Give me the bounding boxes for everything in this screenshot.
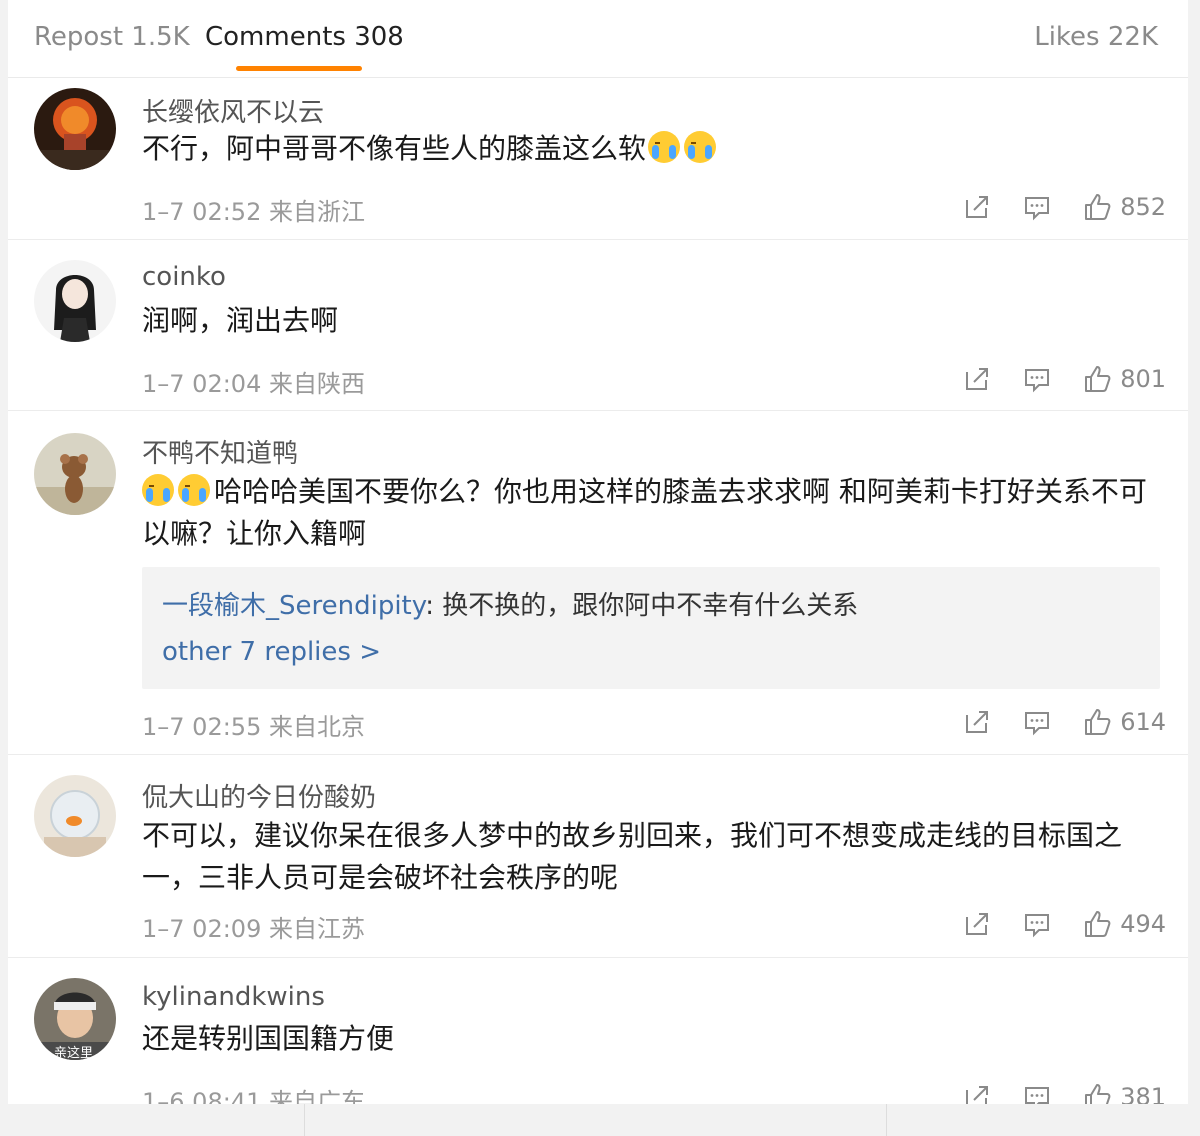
comment-username[interactable]: coinko	[142, 262, 226, 292]
share-icon[interactable]	[962, 909, 992, 939]
like-count: 801	[1120, 365, 1166, 393]
thumbs-up-icon[interactable]	[1082, 707, 1112, 737]
comment-item: coinko 润啊，润出去啊 1–7 02:04 来自陕西 801	[8, 240, 1188, 411]
comment-text: 不行，阿中哥哥不像有些人的膝盖这么软	[142, 128, 1162, 170]
active-tab-indicator	[236, 66, 362, 71]
share-icon[interactable]	[962, 364, 992, 394]
avatar[interactable]	[34, 433, 116, 515]
comment-text-body: 哈哈哈美国不要你么？你也用这样的膝盖去求求啊 和阿美莉卡打好关系不可以嘛？让你入…	[142, 475, 1147, 550]
comment-meta: 1–7 02:52 来自浙江	[142, 198, 365, 226]
bottom-bar	[0, 1104, 1200, 1136]
tab-bar: Repost 1.5K Comments 308 Likes 22K	[8, 0, 1188, 78]
share-icon[interactable]	[962, 192, 992, 222]
avatar-caption: 亲这里	[54, 1046, 94, 1060]
crying-emoji-icon	[684, 131, 717, 163]
share-icon[interactable]	[962, 707, 992, 737]
avatar[interactable]	[34, 88, 116, 170]
comment-item: 长缨依风不以云 不行，阿中哥哥不像有些人的膝盖这么软 1–7 02:52 来自浙…	[8, 78, 1188, 240]
divider	[304, 1104, 305, 1136]
reply-text: : 换不换的，跟你阿中不幸有什么关系	[425, 591, 859, 621]
comment-text-body: 不行，阿中哥哥不像有些人的膝盖这么软	[142, 132, 647, 165]
crying-emoji-icon	[178, 474, 210, 506]
comment-meta: 1–7 02:04 来自陕西	[142, 370, 365, 398]
comment-text: 哈哈哈美国不要你么？你也用这样的膝盖去求求啊 和阿美莉卡打好关系不可以嘛？让你入…	[142, 471, 1162, 555]
more-replies-link[interactable]: other 7 replies >	[162, 637, 381, 667]
like-count: 381	[1120, 1083, 1166, 1104]
avatar[interactable]	[34, 775, 116, 857]
divider	[886, 1104, 887, 1136]
reply-username[interactable]: 一段榆木_Serendipity	[162, 591, 425, 621]
comment-username[interactable]: kylinandkwins	[142, 982, 325, 1012]
comment-meta: 1–7 02:09 来自江苏	[142, 915, 365, 943]
reply-icon[interactable]	[1022, 909, 1052, 939]
thumbs-up-icon[interactable]	[1082, 192, 1112, 222]
comment-username[interactable]: 侃大山的今日份酸奶	[142, 777, 376, 814]
comments-panel: Repost 1.5K Comments 308 Likes 22K 长缨依风不…	[8, 0, 1188, 1104]
like-count: 852	[1120, 193, 1166, 221]
thumbs-up-icon[interactable]	[1082, 364, 1112, 394]
reply-icon[interactable]	[1022, 364, 1052, 394]
comment-actions: 494	[962, 907, 1166, 941]
comment-item: 侃大山的今日份酸奶 不可以，建议你呆在很多人梦中的故乡别回来，我们可不想变成走线…	[8, 755, 1188, 958]
tab-comments[interactable]: Comments 308	[205, 22, 404, 52]
reply-icon[interactable]	[1022, 192, 1052, 222]
reply-icon[interactable]	[1022, 707, 1052, 737]
comment-actions: 614	[962, 705, 1166, 739]
comment-text: 润啊，润出去啊	[142, 304, 339, 337]
tab-likes[interactable]: Likes 22K	[1034, 22, 1158, 52]
like-count: 614	[1120, 708, 1166, 736]
comment-meta: 1–7 02:55 来自北京	[142, 713, 365, 741]
comment-actions: 381	[962, 1080, 1166, 1104]
reply-preview-line: 一段榆木_Serendipity: 换不换的，跟你阿中不幸有什么关系	[162, 585, 858, 622]
reply-preview: 一段榆木_Serendipity: 换不换的，跟你阿中不幸有什么关系 other…	[142, 567, 1160, 689]
avatar[interactable]: 亲这里	[34, 978, 116, 1060]
thumbs-up-icon[interactable]	[1082, 1082, 1112, 1104]
comment-text: 还是转别国国籍方便	[142, 1022, 395, 1055]
comment-actions: 801	[962, 362, 1166, 396]
comment-item: 不鸭不知道鸭 哈哈哈美国不要你么？你也用这样的膝盖去求求啊 和阿美莉卡打好关系不…	[8, 411, 1188, 755]
comment-username[interactable]: 长缨依风不以云	[142, 92, 324, 129]
comment-actions: 852	[962, 190, 1166, 224]
tab-repost[interactable]: Repost 1.5K	[34, 22, 190, 52]
like-count: 494	[1120, 910, 1166, 938]
comment-text: 不可以，建议你呆在很多人梦中的故乡别回来，我们可不想变成走线的目标国之一，三非人…	[142, 819, 1123, 894]
comment-meta: 1–6 08:41 来自广东	[142, 1088, 365, 1104]
reply-icon[interactable]	[1022, 1082, 1052, 1104]
comment-username[interactable]: 不鸭不知道鸭	[142, 433, 298, 470]
avatar[interactable]	[34, 260, 116, 342]
crying-emoji-icon	[648, 131, 681, 163]
share-icon[interactable]	[962, 1082, 992, 1104]
crying-emoji-icon	[142, 474, 174, 506]
thumbs-up-icon[interactable]	[1082, 909, 1112, 939]
comment-item: 亲这里 kylinandkwins 还是转别国国籍方便 1–6 08:41 来自…	[8, 958, 1188, 1104]
